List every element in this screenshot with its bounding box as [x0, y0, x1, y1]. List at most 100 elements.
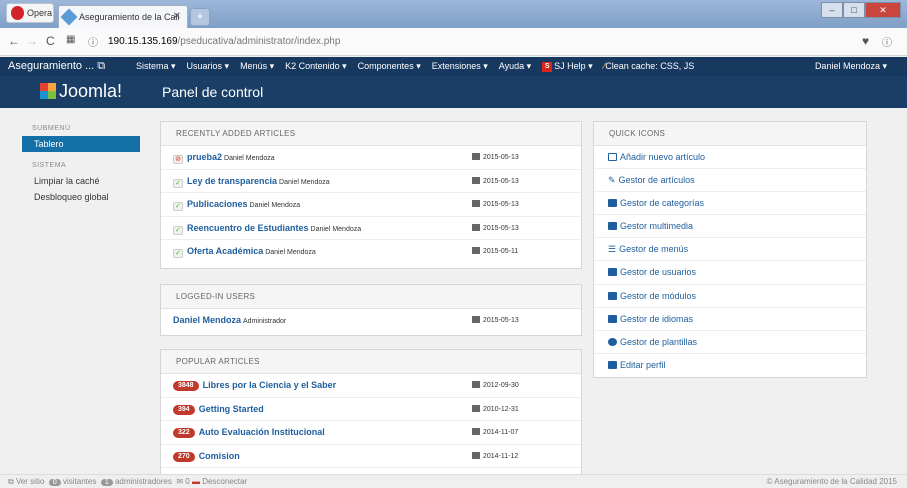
user-menu[interactable]: Daniel Mendoza ▾ — [815, 61, 887, 72]
close-tab-icon[interactable]: ✕ — [173, 6, 181, 28]
article-link[interactable]: Comision — [199, 451, 240, 461]
published-check-icon[interactable]: ✓ — [173, 202, 183, 211]
back-icon[interactable]: ← — [8, 34, 20, 48]
url-field[interactable]: 190.15.135.169/pseducativa/administrator… — [108, 32, 808, 52]
calendar-icon — [472, 223, 480, 231]
address-bar: ← → C ▦ ⓘ 190.15.135.169/pseducativa/adm… — [0, 28, 907, 56]
article-date: 2014-11-12 — [483, 452, 519, 460]
site-brand-link[interactable]: Aseguramiento ... ⧉ — [8, 60, 105, 73]
visitors-count-badge: 0 — [48, 479, 61, 486]
quickicon-label: Editar perfil — [620, 359, 666, 370]
article-link[interactable]: Reencuentro de Estudiantes — [187, 223, 309, 233]
sj-logo-icon: S — [542, 61, 553, 72]
quickicon-language-manager[interactable]: Gestor de idiomas — [594, 308, 866, 331]
quickicon-article-manager[interactable]: ✎ Gestor de artículos — [594, 169, 866, 193]
article-link[interactable]: prueba2 — [187, 152, 222, 162]
page-title: Panel de control — [162, 84, 264, 100]
article-author: Daniel Mendoza — [224, 155, 275, 162]
view-site-link[interactable]: ⧉ Ver sitio — [8, 477, 44, 486]
opera-menu-button[interactable]: Opera — [6, 3, 54, 23]
menu-sistema[interactable]: Sistema ▾ — [136, 61, 176, 72]
quickicon-edit-profile[interactable]: Editar perfil — [594, 354, 866, 377]
menu-componentes[interactable]: Componentes ▾ — [358, 61, 421, 72]
quickicon-category-manager[interactable]: Gestor de categorías — [594, 192, 866, 216]
article-author: Daniel Mendoza — [279, 178, 330, 186]
table-row: 3848 Libres por la Ciencia y el Saber 2012… — [161, 374, 581, 398]
quickicon-label: Gestor de usuarios — [620, 267, 697, 278]
clean-cache-link[interactable]: ⁄Clean cache: CSS, JS — [604, 61, 695, 72]
article-date: 2012-09-30 — [483, 382, 519, 389]
published-check-icon[interactable]: ✓ — [173, 225, 183, 235]
article-date: 2015-05-13 — [483, 224, 519, 232]
download-icon[interactable]: ⓘ — [882, 34, 892, 49]
calendar-icon — [472, 153, 480, 160]
opera-logo-icon — [11, 6, 24, 20]
minimize-icon[interactable]: – — [821, 2, 843, 18]
quickicon-template-manager[interactable]: Gestor de plantillas — [594, 331, 866, 354]
speed-dial-icon[interactable]: ▦ — [66, 34, 75, 45]
tab-title: Aseguramiento de la Cali — [79, 12, 180, 22]
cube-icon — [608, 291, 617, 300]
messages-icon: ✉ — [176, 477, 184, 486]
article-link[interactable]: Ley de transparencia — [187, 176, 277, 186]
forward-icon[interactable]: → — [26, 34, 38, 48]
window-controls: – □ ✕ — [821, 2, 901, 20]
article-date: 2015-05-13 — [483, 154, 519, 161]
messages-count[interactable]: 0 — [185, 477, 189, 486]
menu-usuarios[interactable]: Usuarios ▾ — [187, 61, 230, 72]
table-row: 270 Comision 2014-11-12 — [161, 445, 581, 468]
menu-menus[interactable]: Menús ▾ — [240, 61, 274, 72]
article-link[interactable]: Libres por la Ciencia y el Saber — [203, 380, 337, 390]
comment-icon — [608, 314, 617, 323]
close-window-icon[interactable]: ✕ — [865, 2, 901, 18]
unpublished-icon[interactable]: ⊘ — [173, 155, 183, 164]
eye-icon — [608, 337, 617, 346]
sidebar-item-tablero[interactable]: Tablero — [22, 136, 140, 152]
admins-label: administradores — [114, 477, 172, 486]
logout-link[interactable]: Desconectar — [202, 477, 247, 486]
browser-tab[interactable]: Aseguramiento de la Cali ✕ — [58, 5, 188, 28]
hits-badge: 3848 — [173, 381, 199, 391]
maximize-icon[interactable]: □ — [843, 2, 865, 18]
menu-sj-help[interactable]: S SJ Help ▾ — [542, 61, 593, 72]
quickicon-menu-manager[interactable]: ☰ Gestor de menús — [594, 238, 866, 262]
sidebar-item-global-checkin[interactable]: Desbloqueo global — [22, 189, 140, 205]
url-host: 190.15.135.169 — [108, 36, 178, 47]
opera-label: Opera — [27, 8, 53, 18]
article-author: Daniel Mendoza — [249, 202, 301, 209]
quick-icons-panel: QUICK ICONS Añadir nuevo artículo ✎ Gesto… — [593, 121, 867, 378]
menu-k2-contenido[interactable]: K2 Contenido ▾ — [285, 61, 347, 72]
article-link[interactable]: Getting Started — [199, 404, 264, 414]
article-link[interactable]: Oferta Académica — [187, 246, 263, 256]
reload-icon[interactable]: C — [46, 34, 55, 48]
article-link[interactable]: Publicaciones — [187, 199, 248, 209]
quickicon-label: Gestor de menús — [619, 244, 689, 255]
site-info-icon[interactable]: ⓘ — [88, 34, 98, 49]
quickicon-add-article[interactable]: Añadir nuevo artículo — [594, 146, 866, 170]
bookmark-heart-icon[interactable]: ♥ — [862, 34, 869, 48]
quickicon-label: Gestor de categorías — [620, 198, 705, 209]
visitors-label: visitantes — [63, 477, 97, 486]
login-date: 2015-05-13 — [483, 317, 519, 324]
image-icon — [608, 222, 617, 231]
quickicon-label: Gestor multimedia — [620, 221, 694, 232]
menu-extensiones[interactable]: Extensiones ▾ — [432, 61, 488, 72]
new-tab-button[interactable]: + — [190, 8, 210, 26]
article-link[interactable]: Auto Evaluación Institucional — [199, 427, 325, 437]
published-check-icon[interactable]: ✓ — [173, 178, 183, 188]
quickicon-user-manager[interactable]: Gestor de usuarios — [594, 261, 866, 285]
admins-count-badge: 1 — [100, 479, 113, 486]
published-check-icon[interactable]: ✓ — [173, 249, 183, 258]
sidebar-item-clear-cache[interactable]: Limpiar la caché — [22, 173, 140, 189]
joomla-logo-text: Joomla! — [59, 81, 123, 101]
copyright-text: © Aseguramiento de la Calidad 2015 — [766, 477, 897, 486]
user-link[interactable]: Daniel Mendoza — [173, 315, 241, 325]
logged-in-users-panel: LOGGED-IN USERS Daniel Mendoza Administra… — [160, 284, 582, 336]
recent-articles-heading: RECENTLY ADDED ARTICLES — [161, 122, 581, 146]
url-path: /pseducativa/administrator/index.php — [177, 36, 341, 47]
browser-tab-bar: Opera Aseguramiento de la Cali ✕ + – □ ✕ — [0, 0, 907, 28]
article-date: 2015-05-11 — [483, 248, 519, 255]
menu-ayuda[interactable]: Ayuda ▾ — [499, 61, 531, 72]
quickicon-module-manager[interactable]: Gestor de módulos — [594, 285, 866, 308]
quickicon-media-manager[interactable]: Gestor multimedia — [594, 215, 866, 239]
